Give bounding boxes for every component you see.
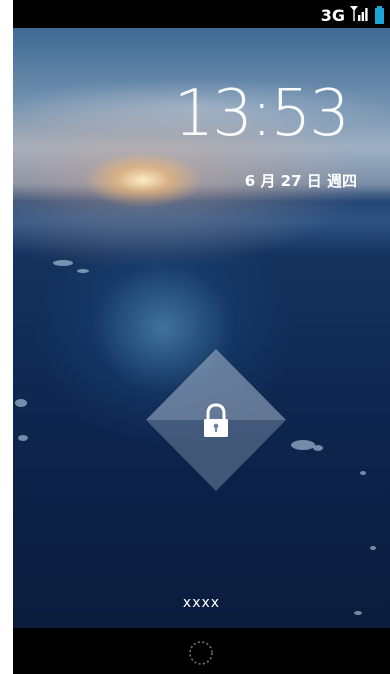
clock-date: 6 月 27 日 週四 bbox=[244, 172, 357, 190]
unlock-diamond-button[interactable] bbox=[146, 349, 286, 491]
network-type: 3G bbox=[320, 5, 345, 25]
home-ring-icon[interactable] bbox=[188, 640, 214, 666]
phone-screen: 3G 13:53 6 月 27 日 週四 xxxx bbox=[13, 0, 390, 674]
status-bar: 3G bbox=[13, 0, 390, 28]
battery-icon bbox=[375, 6, 384, 24]
navigation-bar bbox=[13, 628, 390, 674]
status-icons: 3G bbox=[321, 4, 384, 26]
owner-info-text: xxxx bbox=[182, 595, 221, 611]
clock-time: 13:53 bbox=[173, 77, 350, 151]
signal-icon bbox=[349, 4, 371, 26]
